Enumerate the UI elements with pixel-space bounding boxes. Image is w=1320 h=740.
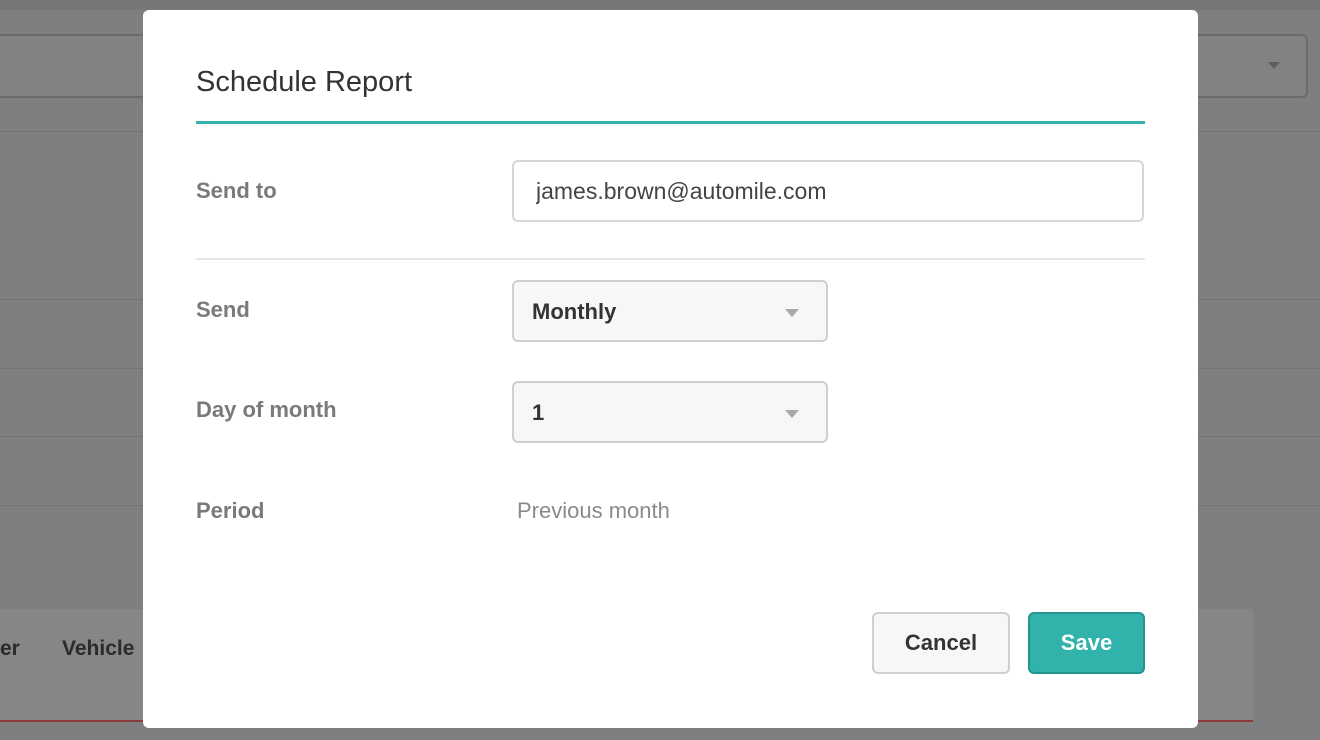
period-label: Period [196, 498, 265, 523]
chevron-down-icon [785, 410, 799, 418]
section-divider [196, 258, 1145, 260]
day-of-month-value: 1 [532, 400, 545, 425]
cancel-button[interactable]: Cancel [872, 612, 1010, 674]
title-underline [196, 121, 1145, 124]
send-frequency-value: Monthly [532, 299, 617, 324]
send-to-email-input[interactable] [512, 160, 1144, 222]
send-to-label: Send to [196, 178, 277, 203]
background-filter-select-left [0, 34, 164, 98]
table-header-cell: er [0, 637, 20, 660]
period-value: Previous month [517, 498, 670, 523]
send-frequency-label: Send [196, 297, 250, 322]
day-of-month-select[interactable]: 1 [512, 381, 828, 443]
day-of-month-label: Day of month [196, 397, 337, 422]
table-header-cell-vehicle: Vehicle [62, 637, 135, 660]
send-frequency-select[interactable]: Monthly [512, 280, 828, 342]
chevron-down-icon [785, 309, 799, 317]
save-button[interactable]: Save [1028, 612, 1145, 674]
caret-down-icon [1268, 62, 1280, 69]
dialog-title: Schedule Report [196, 66, 413, 98]
schedule-report-dialog: Schedule Report Send to Send Monthly Day… [143, 10, 1198, 728]
background-top-bar [0, 0, 1320, 10]
